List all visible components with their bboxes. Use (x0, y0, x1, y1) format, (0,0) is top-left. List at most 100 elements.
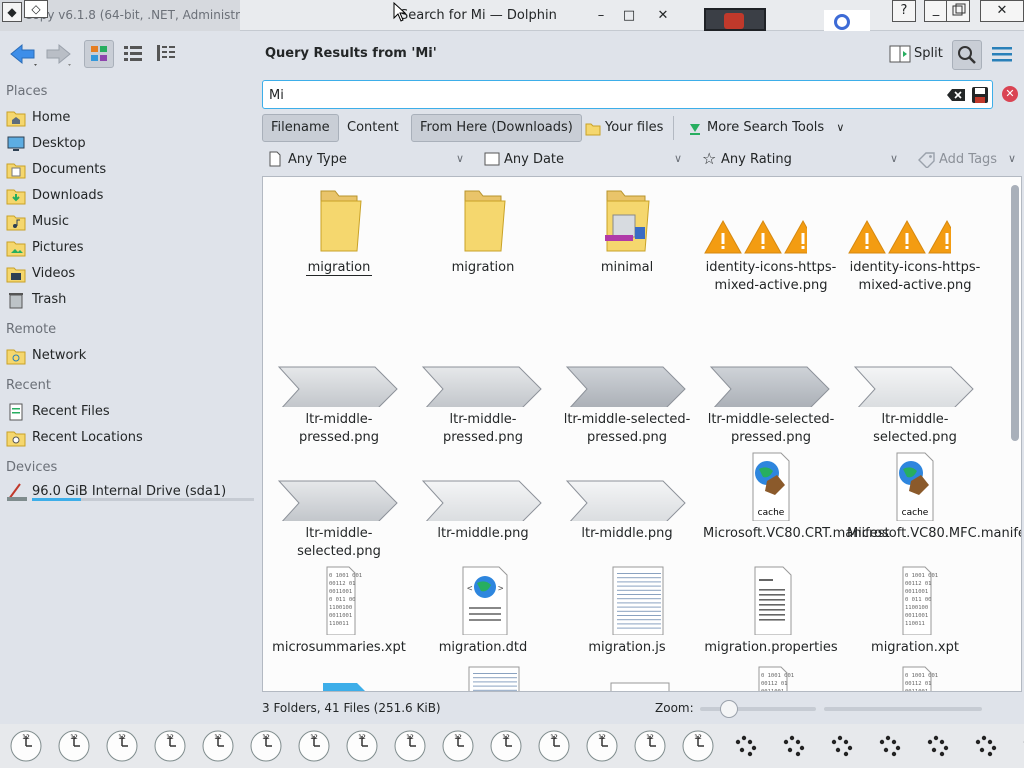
clock-icon[interactable]: 12 (680, 728, 716, 764)
clock-icon[interactable]: 12 (344, 728, 380, 764)
app-menu-icon[interactable]: ◆ (2, 2, 22, 22)
sidebar-item-pictures[interactable]: Pictures (6, 236, 254, 260)
window-menu-icon[interactable]: ◇ (24, 0, 48, 18)
file-item[interactable] (415, 661, 551, 691)
background-window-thumbnail[interactable] (704, 8, 766, 31)
background-maximize-button[interactable] (946, 0, 970, 22)
close-button[interactable]: ✕ (648, 0, 678, 31)
save-search-icon[interactable] (971, 86, 989, 104)
clock-icon[interactable]: 12 (104, 728, 140, 764)
folder-item[interactable]: minimal (559, 181, 695, 291)
sidebar-item-recent-locations[interactable]: Recent Locations (6, 426, 254, 450)
sidebar-item-videos[interactable]: Videos (6, 262, 254, 286)
search-scope-from-here[interactable]: From Here (Downloads) (411, 114, 582, 142)
zoom-slider-handle[interactable] (720, 700, 738, 718)
compact-view-button[interactable] (152, 40, 182, 68)
forward-button[interactable] (44, 40, 74, 68)
folder-item[interactable]: migration (415, 181, 551, 291)
sidebar-item-trash[interactable]: Trash (6, 288, 254, 312)
clock-icon[interactable]: 12 (8, 728, 44, 764)
zoom-slider[interactable] (700, 700, 816, 718)
background-close-button[interactable]: ✕ (980, 0, 1024, 22)
file-item[interactable] (559, 661, 695, 691)
clock-icon[interactable]: 12 (440, 728, 476, 764)
sidebar-item-home[interactable]: Home (6, 106, 254, 130)
file-item[interactable]: ltr-middle-selected.png (847, 333, 983, 445)
folder-item[interactable]: migration (271, 181, 407, 291)
split-button[interactable]: Split (886, 40, 946, 68)
file-item[interactable]: 0 1001 001 00112 01 0011001 0 011 00 110… (847, 561, 983, 671)
file-item[interactable]: 0 1001 001 00112 01 0011001 0 011 00 110… (703, 661, 839, 691)
details-view-button[interactable] (118, 40, 148, 68)
minimize-button[interactable]: – (586, 0, 616, 31)
search-mode-content[interactable]: Content (338, 114, 408, 142)
file-name: ltr-middle-pressed.png (299, 412, 379, 445)
file-name: ltr-middle-selected.png (873, 412, 957, 445)
file-view[interactable]: migration migration minimal identity-icons-… (262, 176, 1022, 692)
sidebar-item-documents[interactable]: Documents (6, 158, 254, 182)
busy-spinner-icon[interactable] (872, 728, 908, 764)
file-item[interactable]: identity-icons-https-mixed-active.png (703, 181, 839, 293)
type-filter-dropdown[interactable]: Any Type ∨ (268, 150, 474, 172)
clear-text-icon[interactable] (946, 88, 966, 102)
file-item[interactable]: ltr-middle-pressed.png (415, 333, 551, 445)
search-toggle-button[interactable] (952, 40, 982, 70)
file-item[interactable]: ltr-middle.png (559, 447, 695, 557)
file-item[interactable] (271, 661, 407, 691)
file-item[interactable]: ltr-middle-selected-pressed.png (703, 333, 839, 445)
file-item[interactable]: 0 1001 001 00112 01 0011001 0 011 00 110… (271, 561, 407, 671)
icons-view-button[interactable] (84, 40, 114, 68)
recent-locations-icon (6, 428, 26, 448)
clock-icon[interactable]: 12 (632, 728, 668, 764)
file-item[interactable]: migration.js (559, 561, 695, 671)
back-button[interactable] (8, 40, 38, 68)
rating-filter-dropdown[interactable]: ☆ Any Rating ∨ (702, 149, 908, 172)
file-item[interactable]: cache Microsoft.VC80.CRT.manifest (703, 447, 890, 557)
file-item[interactable]: ltr-middle.png (415, 447, 551, 557)
clock-icon[interactable]: 12 (584, 728, 620, 764)
clock-icon[interactable]: 12 (152, 728, 188, 764)
more-search-tools-button[interactable]: More Search Tools ∨ (682, 114, 853, 142)
clock-icon[interactable]: 12 (56, 728, 92, 764)
busy-spinner-icon[interactable] (776, 728, 812, 764)
clock-icon[interactable]: 12 (248, 728, 284, 764)
clock-icon[interactable]: 12 (392, 728, 428, 764)
busy-spinner-icon[interactable] (728, 728, 764, 764)
vertical-scrollbar[interactable] (1011, 181, 1019, 687)
busy-spinner-icon[interactable] (968, 728, 1004, 764)
sidebar-item-recent-files[interactable]: Recent Files (6, 400, 254, 424)
busy-spinner-icon[interactable] (920, 728, 956, 764)
clock-icon[interactable]: 12 (200, 728, 236, 764)
sidebar-item-desktop[interactable]: Desktop (6, 132, 254, 156)
background-window-thumbnail[interactable] (824, 10, 870, 31)
hamburger-menu-button[interactable] (988, 40, 1016, 68)
file-item[interactable]: migration.properties (703, 561, 839, 671)
chevron-arrow-icon (853, 366, 974, 407)
sidebar-item-downloads[interactable]: Downloads (6, 184, 254, 208)
clock-icon[interactable]: 12 (488, 728, 524, 764)
date-filter-dropdown[interactable]: Any Date ∨ (484, 150, 690, 172)
busy-spinner-icon[interactable] (824, 728, 860, 764)
search-input[interactable] (269, 86, 929, 104)
file-name: Microsoft.VC80.CRT.manifest (703, 526, 890, 541)
close-search-icon[interactable]: ✕ (1002, 86, 1018, 102)
background-minimize-button[interactable]: _ (924, 0, 948, 22)
file-item[interactable]: cache Microsoft.VC80.MFC.manifest (847, 447, 1021, 557)
scrollbar-thumb[interactable] (1011, 185, 1019, 441)
maximize-button[interactable]: □ (614, 0, 644, 31)
file-item[interactable]: ltr-middle-selected.png (271, 447, 407, 559)
clock-icon[interactable]: 12 (536, 728, 572, 764)
file-item[interactable]: ltr-middle-pressed.png (271, 333, 407, 445)
sidebar-item-network[interactable]: Network (6, 344, 254, 368)
file-item[interactable]: identity-icons-https-mixed-active.png (847, 181, 983, 293)
file-item[interactable]: < > migration.dtd (415, 561, 551, 671)
tags-filter-dropdown[interactable]: Add Tags ∨ (918, 150, 1024, 172)
search-scope-your-files[interactable]: Your files (580, 114, 672, 142)
search-mode-filename[interactable]: Filename (262, 114, 339, 142)
clock-icon[interactable]: 12 (296, 728, 332, 764)
sidebar-item-music[interactable]: Music (6, 210, 254, 234)
file-item[interactable]: 0 1001 001 00112 01 0011001 0 011 00 110… (847, 661, 983, 691)
file-item[interactable]: ltr-middle-selected-pressed.png (559, 333, 695, 445)
help-button[interactable]: ? (892, 0, 916, 22)
busy-spinner-icon[interactable] (1016, 728, 1024, 764)
